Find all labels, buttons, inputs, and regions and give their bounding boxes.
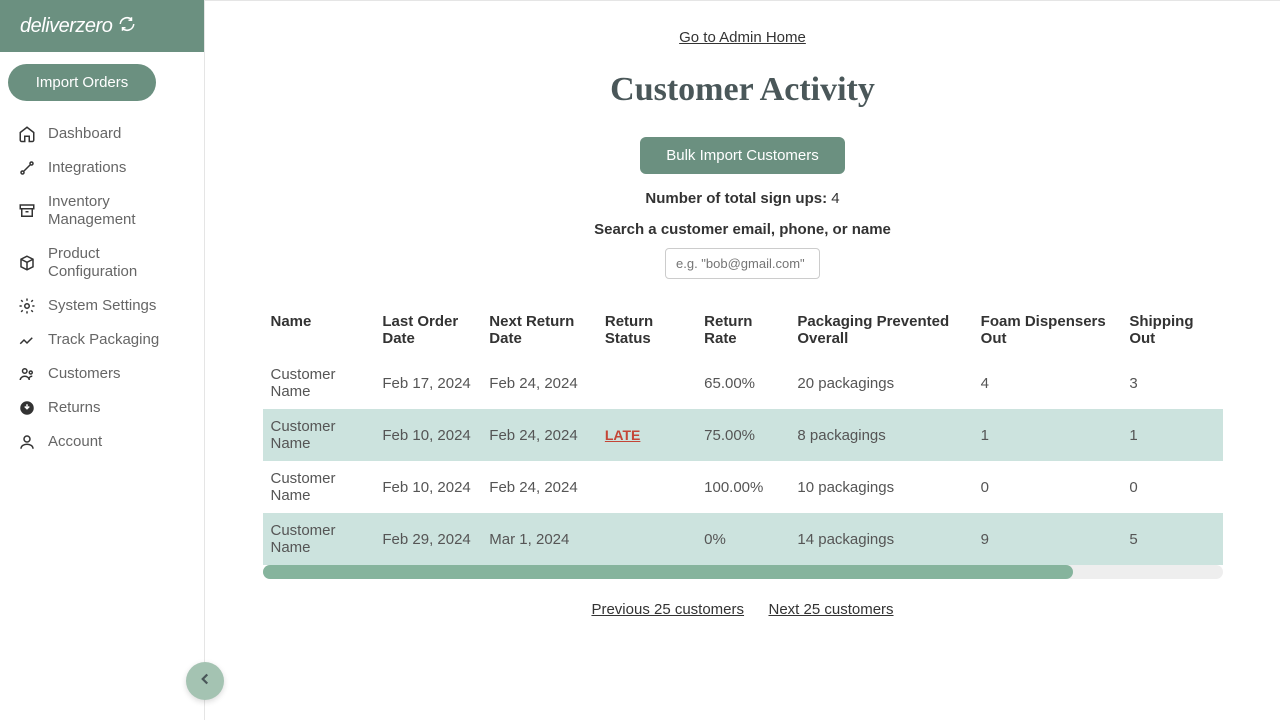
cell-packaging: 10 packagings xyxy=(789,461,972,513)
signups-line: Number of total sign ups: 4 xyxy=(205,190,1280,207)
users-icon xyxy=(18,365,36,383)
cell-rate: 0% xyxy=(696,513,789,565)
nav-label: Track Packaging xyxy=(48,331,159,349)
main-content: Go to Admin Home Customer Activity Bulk … xyxy=(205,0,1280,720)
archive-icon xyxy=(18,202,36,220)
sidebar-item-integrations[interactable]: Integrations xyxy=(14,151,190,185)
logo-arrows-icon xyxy=(118,15,136,38)
nav-label: Inventory Management xyxy=(48,193,186,229)
cell-packaging: 20 packagings xyxy=(789,357,972,409)
cell-shipping: 1 xyxy=(1121,409,1222,461)
link-icon xyxy=(18,159,36,177)
search-label: Search a customer email, phone, or name xyxy=(205,221,1280,238)
box-icon xyxy=(18,254,36,272)
page-title: Customer Activity xyxy=(205,71,1280,109)
cell-foam: 4 xyxy=(973,357,1122,409)
home-icon xyxy=(18,125,36,143)
prev-page-link[interactable]: Previous 25 customers xyxy=(591,601,744,618)
signups-value: 4 xyxy=(831,190,839,207)
cell-last-order: Feb 10, 2024 xyxy=(374,409,481,461)
table-row[interactable]: Customer NameFeb 17, 2024Feb 24, 2024 65.… xyxy=(263,357,1223,409)
nav-label: Product Configuration xyxy=(48,245,186,281)
cell-name: Customer Name xyxy=(263,461,375,513)
nav-label: Account xyxy=(48,433,102,451)
search-input[interactable] xyxy=(665,248,820,279)
cell-name: Customer Name xyxy=(263,357,375,409)
logo-text: deliverzero xyxy=(20,15,112,38)
col-shipping[interactable]: Shipping Out xyxy=(1121,303,1222,357)
sidebar-item-account[interactable]: Account xyxy=(14,425,190,459)
cell-status xyxy=(597,461,696,513)
cell-foam: 1 xyxy=(973,409,1122,461)
trend-icon xyxy=(18,331,36,349)
cell-name: Customer Name xyxy=(263,513,375,565)
sidebar-item-track-packaging[interactable]: Track Packaging xyxy=(14,323,190,357)
nav-label: Customers xyxy=(48,365,121,383)
user-icon xyxy=(18,433,36,451)
next-page-link[interactable]: Next 25 customers xyxy=(768,601,893,618)
sidebar: deliverzero Import Orders Dashboard Inte… xyxy=(0,0,205,720)
cell-rate: 100.00% xyxy=(696,461,789,513)
sidebar-item-dashboard[interactable]: Dashboard xyxy=(14,117,190,151)
gear-icon xyxy=(18,297,36,315)
download-icon xyxy=(18,399,36,417)
cell-packaging: 14 packagings xyxy=(789,513,972,565)
nav-label: Integrations xyxy=(48,159,126,177)
col-name[interactable]: Name xyxy=(263,303,375,357)
col-next-return[interactable]: Next Return Date xyxy=(481,303,597,357)
table-row[interactable]: Customer NameFeb 10, 2024Feb 24, 2024 LAT… xyxy=(263,409,1223,461)
col-return-status[interactable]: Return Status xyxy=(597,303,696,357)
cell-last-order: Feb 10, 2024 xyxy=(374,461,481,513)
cell-foam: 9 xyxy=(973,513,1122,565)
cell-name: Customer Name xyxy=(263,409,375,461)
nav-list: Dashboard Integrations Inventory Managem… xyxy=(0,113,204,463)
cell-shipping: 5 xyxy=(1121,513,1222,565)
sidebar-item-system-settings[interactable]: System Settings xyxy=(14,289,190,323)
horizontal-scrollbar[interactable] xyxy=(263,565,1223,579)
cell-last-order: Feb 29, 2024 xyxy=(374,513,481,565)
pagination: Previous 25 customers Next 25 customers xyxy=(205,601,1280,619)
cell-shipping: 3 xyxy=(1121,357,1222,409)
bulk-import-button[interactable]: Bulk Import Customers xyxy=(640,137,845,174)
admin-home-link-wrap: Go to Admin Home xyxy=(205,29,1280,47)
table-row[interactable]: Customer NameFeb 10, 2024Feb 24, 2024 100… xyxy=(263,461,1223,513)
sidebar-item-product-config[interactable]: Product Configuration xyxy=(14,237,190,289)
cell-last-order: Feb 17, 2024 xyxy=(374,357,481,409)
customer-table-wrap: Name Last Order Date Next Return Date Re… xyxy=(263,303,1223,565)
cell-packaging: 8 packagings xyxy=(789,409,972,461)
customer-table: Name Last Order Date Next Return Date Re… xyxy=(263,303,1223,565)
nav-label: Dashboard xyxy=(48,125,121,143)
col-return-rate[interactable]: Return Rate xyxy=(696,303,789,357)
sidebar-item-returns[interactable]: Returns xyxy=(14,391,190,425)
cell-next-return: Feb 24, 2024 xyxy=(481,409,597,461)
nav-label: System Settings xyxy=(48,297,156,315)
col-packaging[interactable]: Packaging Prevented Overall xyxy=(789,303,972,357)
scrollbar-thumb[interactable] xyxy=(263,565,1073,579)
import-orders-button[interactable]: Import Orders xyxy=(8,64,156,101)
logo-bar: deliverzero xyxy=(0,0,204,52)
signups-label: Number of total sign ups: xyxy=(645,190,827,207)
col-last-order[interactable]: Last Order Date xyxy=(374,303,481,357)
cell-rate: 75.00% xyxy=(696,409,789,461)
late-badge: LATE xyxy=(605,427,641,443)
col-foam[interactable]: Foam Dispensers Out xyxy=(973,303,1122,357)
table-row[interactable]: Customer NameFeb 29, 2024Mar 1, 2024 0%14… xyxy=(263,513,1223,565)
cell-next-return: Mar 1, 2024 xyxy=(481,513,597,565)
nav-label: Returns xyxy=(48,399,101,417)
cell-shipping: 0 xyxy=(1121,461,1222,513)
sidebar-item-inventory[interactable]: Inventory Management xyxy=(14,185,190,237)
cell-next-return: Feb 24, 2024 xyxy=(481,357,597,409)
cell-status xyxy=(597,513,696,565)
cell-foam: 0 xyxy=(973,461,1122,513)
admin-home-link[interactable]: Go to Admin Home xyxy=(679,29,806,46)
cell-rate: 65.00% xyxy=(696,357,789,409)
cell-status: LATE xyxy=(597,409,696,461)
cell-next-return: Feb 24, 2024 xyxy=(481,461,597,513)
sidebar-item-customers[interactable]: Customers xyxy=(14,357,190,391)
cell-status xyxy=(597,357,696,409)
